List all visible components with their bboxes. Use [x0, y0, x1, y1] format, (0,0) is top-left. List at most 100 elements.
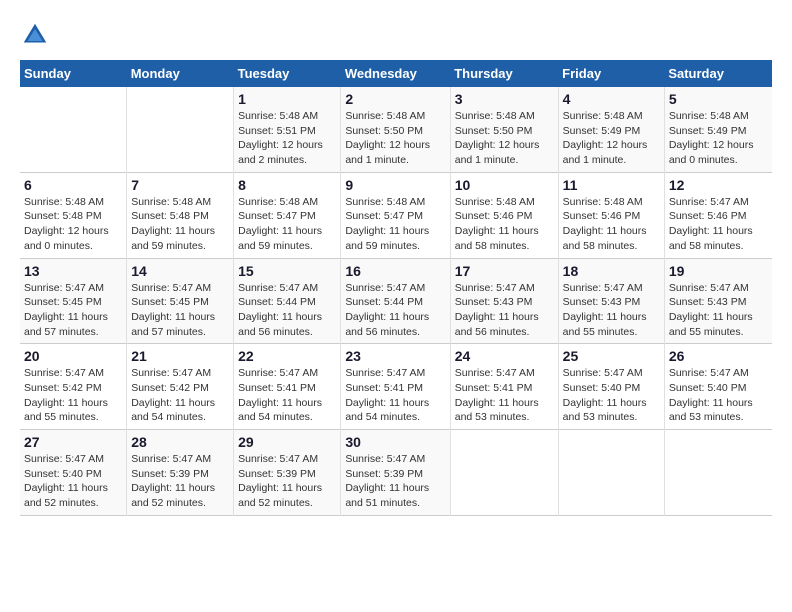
- calendar-cell: 12Sunrise: 5:47 AM Sunset: 5:46 PM Dayli…: [664, 172, 772, 258]
- day-detail: Sunrise: 5:48 AM Sunset: 5:46 PM Dayligh…: [563, 195, 660, 254]
- calendar-cell: 18 Sunrise: 5:47 AM Sunset: 5:43 PM Dayli…: [558, 258, 664, 344]
- day-number: 28: [131, 434, 229, 450]
- calendar-cell: [20, 87, 127, 172]
- day-number: 20: [24, 348, 122, 364]
- calendar-cell: 2 Sunrise: 5:48 AM Sunset: 5:50 PM Daylig…: [341, 87, 450, 172]
- calendar-cell: 9 Sunrise: 5:48 AM Sunset: 5:47 PM Daylig…: [341, 172, 450, 258]
- day-detail: Sunrise: 5:47 AM Sunset: 5:39 PM Dayligh…: [131, 452, 229, 511]
- calendar-cell: [450, 430, 558, 516]
- weekday-header: Thursday: [450, 60, 558, 87]
- day-number: 18: [563, 263, 660, 279]
- day-detail: Sunrise: 5:48 AM Sunset: 5:50 PM Dayligh…: [345, 109, 445, 168]
- calendar-cell: 16 Sunrise: 5:47 AM Sunset: 5:44 PM Dayli…: [341, 258, 450, 344]
- calendar-cell: 6Sunrise: 5:48 AM Sunset: 5:48 PM Daylig…: [20, 172, 127, 258]
- calendar-cell: 22Sunrise: 5:47 AM Sunset: 5:41 PM Dayli…: [234, 344, 341, 430]
- calendar-cell: 8 Sunrise: 5:48 AM Sunset: 5:47 PM Daylig…: [234, 172, 341, 258]
- day-detail: Sunrise: 5:48 AM Sunset: 5:48 PM Dayligh…: [24, 195, 122, 254]
- day-number: 16: [345, 263, 445, 279]
- weekday-header: Saturday: [664, 60, 772, 87]
- day-detail: Sunrise: 5:47 AM Sunset: 5:44 PM Dayligh…: [345, 281, 445, 340]
- week-row: 20 Sunrise: 5:47 AM Sunset: 5:42 PM Dayli…: [20, 344, 772, 430]
- day-detail: Sunrise: 5:47 AM Sunset: 5:45 PM Dayligh…: [131, 281, 229, 340]
- day-detail: Sunrise: 5:47 AM Sunset: 5:41 PM Dayligh…: [238, 366, 336, 425]
- day-number: 10: [455, 177, 554, 193]
- day-detail: Sunrise: 5:47 AM Sunset: 5:42 PM Dayligh…: [131, 366, 229, 425]
- page-header: [20, 20, 772, 50]
- day-detail: Sunrise: 5:47 AM Sunset: 5:40 PM Dayligh…: [669, 366, 768, 425]
- day-detail: Sunrise: 5:48 AM Sunset: 5:49 PM Dayligh…: [563, 109, 660, 168]
- day-number: 9: [345, 177, 445, 193]
- day-detail: Sunrise: 5:48 AM Sunset: 5:47 PM Dayligh…: [238, 195, 336, 254]
- day-number: 5: [669, 91, 768, 107]
- weekday-header: Monday: [127, 60, 234, 87]
- day-detail: Sunrise: 5:47 AM Sunset: 5:43 PM Dayligh…: [455, 281, 554, 340]
- calendar-cell: 11 Sunrise: 5:48 AM Sunset: 5:46 PM Dayli…: [558, 172, 664, 258]
- calendar-cell: 30 Sunrise: 5:47 AM Sunset: 5:39 PM Dayli…: [341, 430, 450, 516]
- day-number: 25: [563, 348, 660, 364]
- day-number: 23: [345, 348, 445, 364]
- day-detail: Sunrise: 5:48 AM Sunset: 5:50 PM Dayligh…: [455, 109, 554, 168]
- calendar-cell: 24 Sunrise: 5:47 AM Sunset: 5:41 PM Dayli…: [450, 344, 558, 430]
- day-detail: Sunrise: 5:47 AM Sunset: 5:44 PM Dayligh…: [238, 281, 336, 340]
- calendar-cell: 21 Sunrise: 5:47 AM Sunset: 5:42 PM Dayli…: [127, 344, 234, 430]
- week-row: 13 Sunrise: 5:47 AM Sunset: 5:45 PM Dayli…: [20, 258, 772, 344]
- day-number: 17: [455, 263, 554, 279]
- day-detail: Sunrise: 5:47 AM Sunset: 5:40 PM Dayligh…: [24, 452, 122, 511]
- day-number: 13: [24, 263, 122, 279]
- day-detail: Sunrise: 5:47 AM Sunset: 5:43 PM Dayligh…: [669, 281, 768, 340]
- day-detail: Sunrise: 5:47 AM Sunset: 5:43 PM Dayligh…: [563, 281, 660, 340]
- day-detail: Sunrise: 5:47 AM Sunset: 5:39 PM Dayligh…: [238, 452, 336, 511]
- calendar-cell: [664, 430, 772, 516]
- day-detail: Sunrise: 5:47 AM Sunset: 5:39 PM Dayligh…: [345, 452, 445, 511]
- weekday-header: Tuesday: [234, 60, 341, 87]
- day-number: 8: [238, 177, 336, 193]
- day-number: 2: [345, 91, 445, 107]
- calendar-cell: 4 Sunrise: 5:48 AM Sunset: 5:49 PM Daylig…: [558, 87, 664, 172]
- day-number: 29: [238, 434, 336, 450]
- day-number: 11: [563, 177, 660, 193]
- day-detail: Sunrise: 5:47 AM Sunset: 5:41 PM Dayligh…: [455, 366, 554, 425]
- day-detail: Sunrise: 5:48 AM Sunset: 5:51 PM Dayligh…: [238, 109, 336, 168]
- week-row: 1 Sunrise: 5:48 AM Sunset: 5:51 PM Daylig…: [20, 87, 772, 172]
- weekday-header: Sunday: [20, 60, 127, 87]
- calendar-cell: 23 Sunrise: 5:47 AM Sunset: 5:41 PM Dayli…: [341, 344, 450, 430]
- day-number: 12: [669, 177, 768, 193]
- day-detail: Sunrise: 5:48 AM Sunset: 5:48 PM Dayligh…: [131, 195, 229, 254]
- weekday-header-row: SundayMondayTuesdayWednesdayThursdayFrid…: [20, 60, 772, 87]
- calendar-cell: 10Sunrise: 5:48 AM Sunset: 5:46 PM Dayli…: [450, 172, 558, 258]
- day-detail: Sunrise: 5:47 AM Sunset: 5:45 PM Dayligh…: [24, 281, 122, 340]
- logo-icon: [20, 20, 50, 50]
- day-number: 24: [455, 348, 554, 364]
- day-number: 15: [238, 263, 336, 279]
- weekday-header: Friday: [558, 60, 664, 87]
- day-detail: Sunrise: 5:47 AM Sunset: 5:40 PM Dayligh…: [563, 366, 660, 425]
- day-detail: Sunrise: 5:48 AM Sunset: 5:47 PM Dayligh…: [345, 195, 445, 254]
- calendar-cell: 7 Sunrise: 5:48 AM Sunset: 5:48 PM Daylig…: [127, 172, 234, 258]
- calendar-cell: 27Sunrise: 5:47 AM Sunset: 5:40 PM Dayli…: [20, 430, 127, 516]
- day-detail: Sunrise: 5:48 AM Sunset: 5:49 PM Dayligh…: [669, 109, 768, 168]
- day-detail: Sunrise: 5:47 AM Sunset: 5:41 PM Dayligh…: [345, 366, 445, 425]
- day-number: 30: [345, 434, 445, 450]
- calendar-cell: [558, 430, 664, 516]
- calendar-cell: [127, 87, 234, 172]
- calendar-cell: 28 Sunrise: 5:47 AM Sunset: 5:39 PM Dayli…: [127, 430, 234, 516]
- calendar-cell: 5 Sunrise: 5:48 AM Sunset: 5:49 PM Daylig…: [664, 87, 772, 172]
- weekday-header: Wednesday: [341, 60, 450, 87]
- calendar-table: SundayMondayTuesdayWednesdayThursdayFrid…: [20, 60, 772, 516]
- calendar-cell: 13 Sunrise: 5:47 AM Sunset: 5:45 PM Dayli…: [20, 258, 127, 344]
- day-number: 1: [238, 91, 336, 107]
- day-detail: Sunrise: 5:47 AM Sunset: 5:42 PM Dayligh…: [24, 366, 122, 425]
- calendar-cell: 26Sunrise: 5:47 AM Sunset: 5:40 PM Dayli…: [664, 344, 772, 430]
- day-number: 3: [455, 91, 554, 107]
- day-number: 14: [131, 263, 229, 279]
- calendar-cell: 3 Sunrise: 5:48 AM Sunset: 5:50 PM Daylig…: [450, 87, 558, 172]
- week-row: 27Sunrise: 5:47 AM Sunset: 5:40 PM Dayli…: [20, 430, 772, 516]
- day-number: 4: [563, 91, 660, 107]
- day-number: 7: [131, 177, 229, 193]
- calendar-cell: 29 Sunrise: 5:47 AM Sunset: 5:39 PM Dayli…: [234, 430, 341, 516]
- calendar-cell: 15 Sunrise: 5:47 AM Sunset: 5:44 PM Dayli…: [234, 258, 341, 344]
- logo: [20, 20, 55, 50]
- calendar-cell: 25 Sunrise: 5:47 AM Sunset: 5:40 PM Dayli…: [558, 344, 664, 430]
- calendar-cell: 19Sunrise: 5:47 AM Sunset: 5:43 PM Dayli…: [664, 258, 772, 344]
- day-number: 21: [131, 348, 229, 364]
